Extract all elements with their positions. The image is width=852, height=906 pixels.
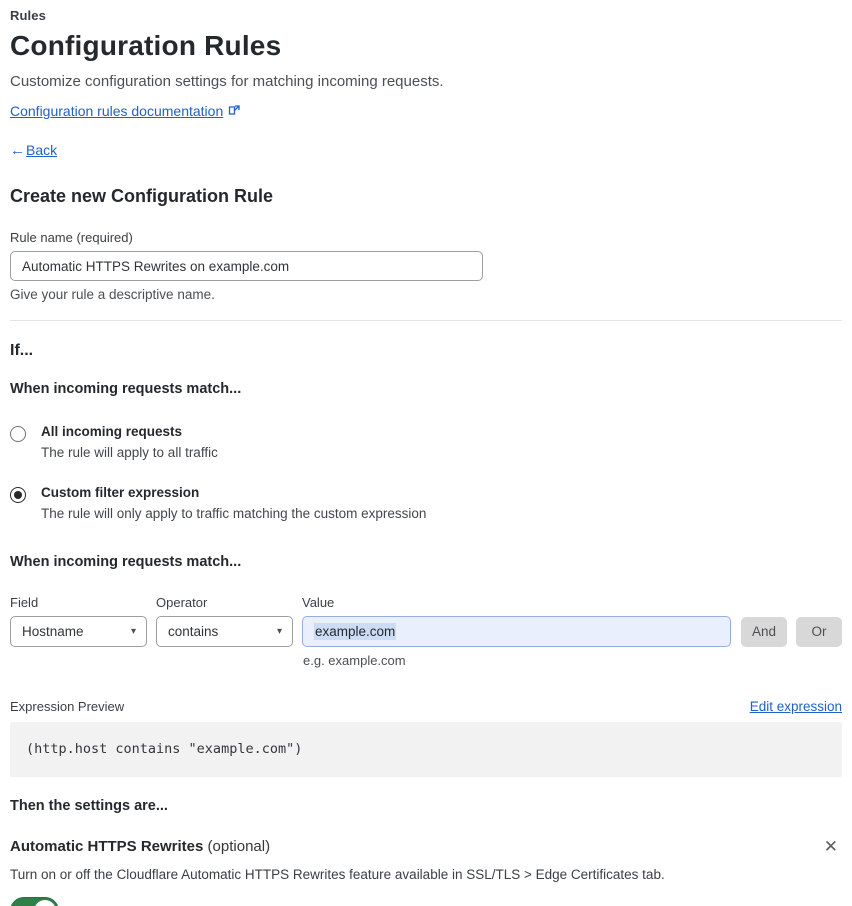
value-hint: e.g. example.com (303, 653, 406, 668)
expression-code-block: (http.host contains "example.com") (10, 722, 842, 777)
match-heading: When incoming requests match... (10, 381, 242, 397)
value-input[interactable]: example.com (302, 616, 731, 647)
filter-builder-heading: When incoming requests match... (10, 554, 242, 570)
radio-button-unselected[interactable] (10, 426, 26, 442)
or-button[interactable]: Or (796, 616, 842, 647)
edit-expression-link[interactable]: Edit expression (750, 699, 842, 714)
field-column-label: Field (10, 595, 39, 610)
operator-select-value: contains (168, 624, 219, 639)
radio-button-selected[interactable] (10, 487, 26, 503)
https-rewrites-toggle[interactable]: ✓ (10, 897, 59, 906)
external-link-icon[interactable] (228, 105, 240, 117)
radio-label: All incoming requests (41, 424, 183, 439)
documentation-link-label: Configuration rules documentation (10, 103, 224, 119)
page-subtitle: Customize configuration settings for mat… (10, 73, 444, 90)
rule-name-label: Rule name (required) (10, 230, 133, 245)
create-rule-heading: Create new Configuration Rule (10, 186, 274, 206)
operator-column-label: Operator (156, 595, 208, 610)
if-heading: If... (10, 342, 34, 359)
radio-description: The rule will only apply to traffic matc… (41, 506, 427, 521)
expression-code: (http.host contains "example.com") (26, 741, 303, 757)
radio-option-all-requests[interactable]: All incoming requests The rule will appl… (10, 424, 842, 460)
field-select[interactable]: Hostname ▾ (10, 616, 147, 647)
page-title: Configuration Rules (10, 30, 282, 61)
expression-preview-label: Expression Preview (10, 699, 125, 714)
setting-description: Turn on or off the Cloudflare Automatic … (10, 867, 665, 882)
rule-name-helper: Give your rule a descriptive name. (10, 287, 215, 302)
back-arrow-icon: ← (10, 142, 25, 159)
rule-name-input[interactable] (10, 251, 483, 281)
setting-title: Automatic HTTPS Rewrites (10, 838, 204, 855)
and-button[interactable]: And (741, 616, 787, 647)
field-select-value: Hostname (22, 624, 84, 639)
back-link-label: Back (26, 142, 58, 158)
section-divider (10, 320, 842, 321)
operator-select[interactable]: contains ▾ (156, 616, 293, 647)
radio-label: Custom filter expression (41, 485, 200, 500)
value-column-label: Value (302, 595, 335, 610)
value-input-text: example.com (314, 623, 397, 640)
setting-optional-label: (optional) (207, 838, 271, 855)
back-link[interactable]: ←Back (10, 142, 57, 159)
toggle-knob (34, 900, 56, 906)
radio-description: The rule will apply to all traffic (41, 445, 218, 460)
close-icon[interactable]: ✕ (820, 836, 842, 857)
documentation-link[interactable]: Configuration rules documentation (10, 103, 223, 119)
radio-option-custom-filter[interactable]: Custom filter expression The rule will o… (10, 485, 842, 521)
chevron-down-icon: ▾ (130, 626, 136, 637)
chevron-down-icon: ▾ (276, 626, 282, 637)
breadcrumb: Rules (10, 8, 46, 23)
then-settings-heading: Then the settings are... (10, 798, 168, 814)
